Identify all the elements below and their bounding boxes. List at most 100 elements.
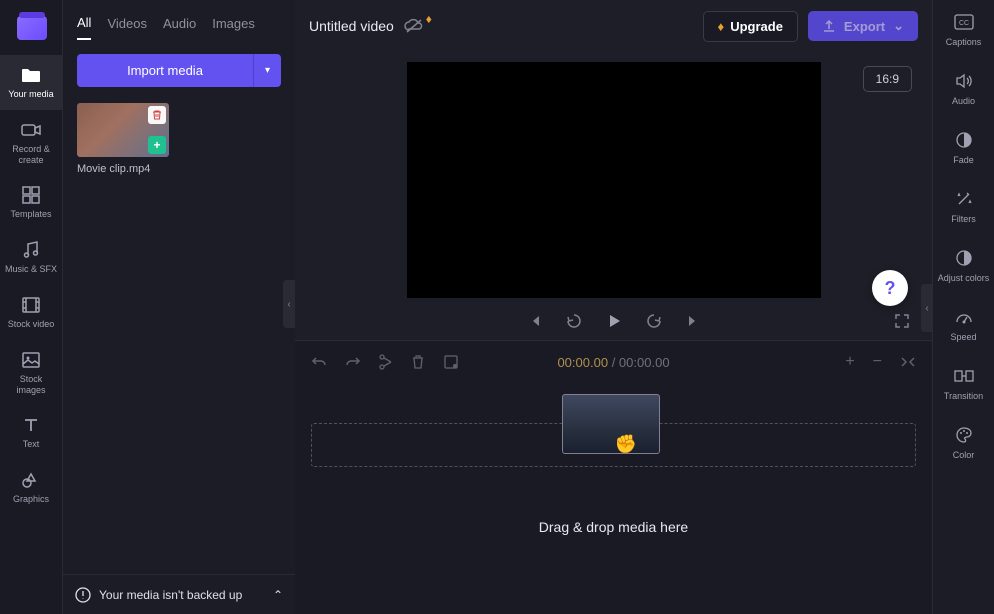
forward-button[interactable]	[645, 312, 663, 330]
nav-label: Templates	[10, 209, 51, 220]
nav-text[interactable]: Text	[0, 405, 62, 460]
palette-icon	[954, 425, 974, 445]
redo-button[interactable]	[345, 355, 361, 369]
import-media-button[interactable]: Import media	[77, 54, 253, 87]
tab-videos[interactable]: Videos	[107, 16, 147, 39]
rewind-button[interactable]	[565, 312, 583, 330]
diamond-icon: ♦	[718, 19, 725, 34]
export-button[interactable]: Export ⌄	[808, 11, 918, 41]
nav-label: Stock images	[4, 374, 58, 396]
play-button[interactable]	[605, 312, 623, 330]
backup-notice-text: Your media isn't backed up	[99, 588, 242, 602]
panel-captions[interactable]: CC Captions	[933, 0, 994, 59]
project-title[interactable]: Untitled video	[309, 18, 394, 34]
camera-icon	[21, 120, 41, 140]
chevron-up-icon: ⌃	[273, 588, 283, 602]
panel-adjust-colors[interactable]: Adjust colors	[933, 236, 994, 295]
panel-audio[interactable]: Audio	[933, 59, 994, 118]
music-icon	[21, 240, 41, 260]
folder-icon	[21, 65, 41, 85]
gauge-icon	[954, 307, 974, 327]
panel-label: Color	[953, 450, 975, 460]
question-icon: ?	[885, 278, 896, 299]
skip-start-button[interactable]	[527, 313, 543, 329]
fullscreen-button[interactable]	[894, 313, 910, 329]
zoom-out-button[interactable]: −	[873, 353, 882, 371]
aspect-ratio-selector[interactable]: 16:9	[863, 66, 912, 92]
panel-transition[interactable]: Transition	[933, 354, 994, 413]
nav-label: Text	[23, 439, 40, 450]
panel-label: Filters	[951, 214, 976, 224]
grab-cursor-icon: ✊	[615, 434, 637, 455]
media-item[interactable]: + Movie clip.mp4	[77, 103, 169, 175]
panel-label: Speed	[950, 332, 976, 342]
backup-notice-bar[interactable]: Your media isn't backed up ⌃	[63, 574, 295, 614]
panel-filters[interactable]: Filters	[933, 177, 994, 236]
drop-hint-text: Drag & drop media here	[311, 519, 916, 535]
panel-color[interactable]: Color	[933, 413, 994, 472]
nav-label: Music & SFX	[5, 264, 57, 275]
diamond-badge-icon: ♦	[426, 12, 432, 26]
svg-text:CC: CC	[958, 20, 968, 27]
nav-stock-video[interactable]: Stock video	[0, 285, 62, 340]
import-media-dropdown[interactable]: ▾	[253, 54, 281, 87]
plus-icon: +	[153, 138, 160, 152]
captions-icon: CC	[954, 12, 974, 32]
export-label: Export	[844, 19, 885, 34]
add-to-timeline-button[interactable]: +	[148, 136, 166, 154]
nav-label: Graphics	[13, 494, 49, 505]
delete-media-button[interactable]	[148, 106, 166, 124]
shapes-icon	[21, 470, 41, 490]
video-preview	[407, 62, 821, 298]
panel-label: Fade	[953, 155, 974, 165]
app-logo[interactable]	[0, 0, 63, 55]
nav-label: Stock video	[8, 319, 55, 330]
nav-templates[interactable]: Templates	[0, 175, 62, 230]
tab-all[interactable]: All	[77, 15, 91, 40]
templates-icon	[21, 185, 41, 205]
nav-record-create[interactable]: Record & create	[0, 110, 62, 176]
trash-icon	[151, 109, 163, 121]
nav-music-sfx[interactable]: Music & SFX	[0, 230, 62, 285]
panel-label: Audio	[952, 96, 975, 106]
zoom-in-button[interactable]: +	[845, 353, 854, 371]
tab-audio[interactable]: Audio	[163, 16, 196, 39]
upgrade-label: Upgrade	[730, 19, 783, 34]
wand-icon	[954, 189, 974, 209]
film-icon	[21, 295, 41, 315]
tab-images[interactable]: Images	[212, 16, 255, 39]
skip-end-button[interactable]	[685, 313, 701, 329]
undo-button[interactable]	[311, 355, 327, 369]
panel-label: Adjust colors	[938, 273, 990, 283]
chevron-down-icon: ▾	[265, 65, 270, 76]
collapse-media-panel[interactable]: ‹	[283, 280, 295, 328]
panel-label: Captions	[946, 37, 982, 47]
nav-your-media[interactable]: Your media	[0, 55, 62, 110]
delete-button[interactable]	[411, 354, 425, 370]
text-icon	[21, 415, 41, 435]
cloud-sync-off-icon[interactable]: ♦	[404, 18, 424, 34]
fit-timeline-button[interactable]	[900, 353, 916, 371]
nav-label: Your media	[8, 89, 53, 100]
nav-graphics[interactable]: Graphics	[0, 460, 62, 515]
upload-icon	[822, 19, 836, 33]
nav-label: Record & create	[4, 144, 58, 166]
panel-speed[interactable]: Speed	[933, 295, 994, 354]
speaker-icon	[954, 71, 974, 91]
panel-label: Transition	[944, 391, 983, 401]
dragging-clip[interactable]: ✊	[562, 394, 660, 454]
timeline-timecode: 00:00.00 / 00:00.00	[557, 355, 669, 370]
transition-icon	[954, 366, 974, 386]
panel-fade[interactable]: Fade	[933, 118, 994, 177]
contrast-icon	[954, 248, 974, 268]
chevron-down-icon: ⌄	[893, 18, 904, 34]
crop-button[interactable]	[443, 354, 459, 370]
timeline-drop-zone[interactable]: ✊	[311, 423, 916, 467]
media-thumbnail[interactable]: +	[77, 103, 169, 157]
image-icon	[21, 350, 41, 370]
media-filename: Movie clip.mp4	[77, 163, 169, 175]
nav-stock-images[interactable]: Stock images	[0, 340, 62, 406]
alert-icon	[75, 587, 91, 603]
split-button[interactable]	[379, 354, 393, 370]
upgrade-button[interactable]: ♦ Upgrade	[703, 11, 798, 42]
